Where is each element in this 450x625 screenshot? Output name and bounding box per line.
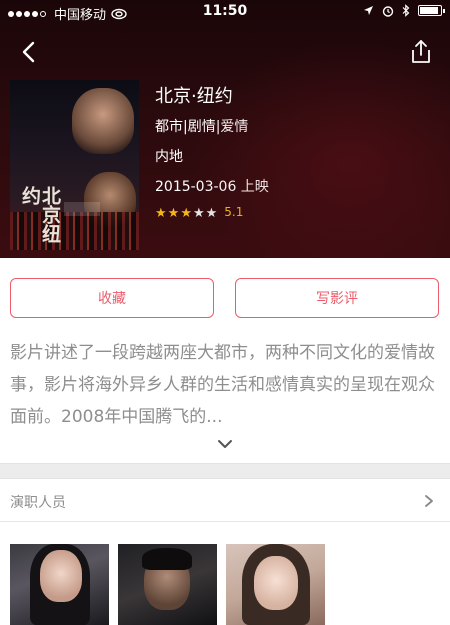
battery-fill bbox=[420, 7, 438, 14]
movie-genres: 都市|剧情|爱情 bbox=[155, 119, 249, 135]
photo-face bbox=[40, 550, 82, 602]
poster-credits bbox=[64, 202, 100, 216]
star-empty-icon: ★ bbox=[205, 206, 218, 221]
section-divider bbox=[0, 463, 450, 479]
star-filled-icon: ★ bbox=[167, 206, 180, 221]
cast-member-photo[interactable] bbox=[226, 544, 325, 625]
star-filled-icon: ★ bbox=[180, 206, 192, 221]
movie-synopsis: 影片讲述了一段跨越两座大都市，两种不同文化的爱情故事，影片将海外异乡人群的生活和… bbox=[10, 343, 435, 427]
expand-chevron-icon[interactable] bbox=[216, 438, 234, 450]
chevron-right-icon bbox=[425, 495, 433, 507]
star-empty-icon: ★ bbox=[192, 206, 205, 221]
location-icon bbox=[364, 6, 373, 15]
movie-header: 中国移动 11:50 北京纽约 北京·纽约 都市|剧情|爱情 内地 2015-0… bbox=[0, 0, 450, 258]
favorite-button[interactable]: 收藏 bbox=[10, 278, 214, 318]
movie-poster[interactable]: 北京纽约 bbox=[10, 80, 139, 250]
poster-figure bbox=[72, 88, 134, 154]
movie-rating: ★★★★★ 5.1 bbox=[155, 202, 243, 221]
star-filled-icon: ★ bbox=[155, 206, 167, 221]
battery-icon bbox=[418, 5, 445, 16]
star-rating: ★★★★★ bbox=[155, 202, 218, 221]
cast-member-photo[interactable] bbox=[10, 544, 109, 625]
rating-score: 5.1 bbox=[224, 204, 244, 219]
alarm-icon bbox=[382, 5, 394, 17]
bluetooth-icon bbox=[402, 4, 410, 17]
photo-hair bbox=[142, 548, 192, 570]
write-review-button[interactable]: 写影评 bbox=[235, 278, 439, 318]
poster-title: 北京纽约 bbox=[19, 186, 61, 243]
movie-region: 内地 bbox=[155, 149, 183, 165]
cast-section-header[interactable]: 演职人员 bbox=[0, 480, 450, 522]
share-button[interactable] bbox=[408, 38, 434, 66]
back-button[interactable] bbox=[14, 36, 42, 68]
status-bar: 中国移动 11:50 bbox=[0, 0, 450, 24]
cast-member-photo[interactable] bbox=[118, 544, 217, 625]
photo-face bbox=[254, 556, 298, 610]
status-right bbox=[363, 4, 445, 17]
movie-release-date: 2015-03-06 上映 bbox=[155, 179, 269, 195]
movie-title: 北京·纽约 bbox=[155, 86, 233, 107]
cast-title: 演职人员 bbox=[10, 495, 66, 511]
